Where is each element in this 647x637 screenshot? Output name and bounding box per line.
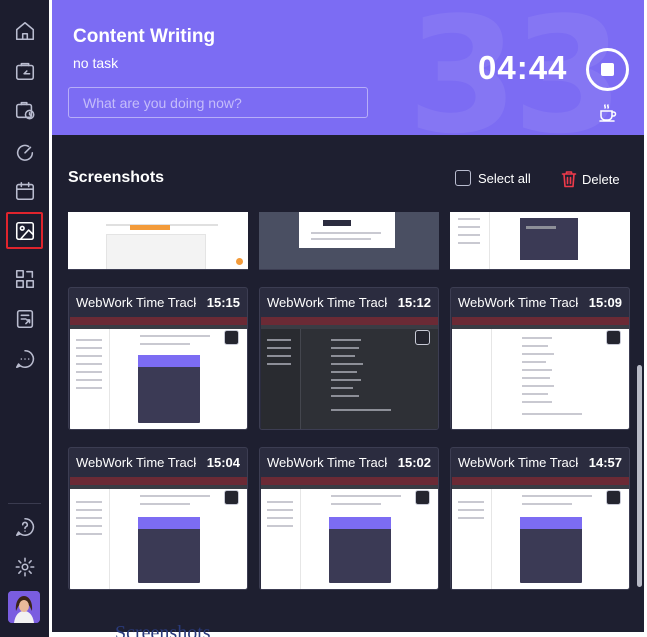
screenshot-time: 15:04 [206, 455, 240, 470]
screenshot-time: 14:57 [588, 455, 622, 470]
screenshot-thumbnail-partial[interactable] [259, 212, 439, 270]
time-icon [15, 101, 34, 119]
timer-display: 04:44 [478, 49, 568, 86]
screenshot-checkbox[interactable] [415, 490, 430, 505]
delete-label: Delete [582, 171, 620, 187]
main-panel: 33 Content Writing no task 04:44 Screens… [52, 0, 644, 632]
sidebar-divider [8, 503, 41, 504]
screenshots-grid: WebWork Time Tracker 15:15 WebW [68, 212, 633, 612]
task-icon [15, 62, 34, 80]
screenshot-time: 15:02 [397, 455, 431, 470]
screenshot-card[interactable]: WebWork Time Tracker 15:04 [68, 447, 248, 590]
screenshot-checkbox[interactable] [606, 490, 621, 505]
screenshot-card[interactable]: WebWork Time Tracker 15:02 [259, 447, 439, 590]
screenshot-time: 15:12 [397, 295, 431, 310]
settings-button[interactable] [6, 548, 43, 585]
screenshot-thumbnail[interactable] [70, 317, 247, 429]
screenshot-app-name: WebWork Time Tracker [458, 455, 578, 470]
screenshot-app-name: WebWork Time Tracker [76, 295, 196, 310]
chat-button[interactable] [6, 340, 43, 377]
calendar-icon [15, 181, 34, 200]
timer-header: 33 Content Writing no task 04:44 [52, 0, 644, 135]
apps-button[interactable] [6, 260, 43, 297]
screenshot-thumbnail[interactable] [452, 317, 629, 429]
activity-input[interactable] [68, 87, 368, 118]
sidebar [0, 0, 49, 637]
screenshot-time: 15:09 [588, 295, 622, 310]
section-title: Screenshots [68, 169, 165, 186]
select-all-checkbox[interactable] [455, 170, 471, 186]
screenshot-card[interactable]: WebWork Time Tracker 15:12 [259, 287, 439, 430]
chat-icon [15, 349, 34, 368]
break-button[interactable] [598, 104, 618, 122]
home-icon [15, 21, 34, 40]
screenshot-thumbnail-partial[interactable] [68, 212, 248, 270]
calendar-button[interactable] [6, 172, 43, 209]
screenshot-checkbox[interactable] [606, 330, 621, 345]
report-icon [16, 309, 33, 328]
tasks-button[interactable] [6, 52, 43, 89]
avatar[interactable] [8, 591, 40, 623]
scrollbar-thumb[interactable] [637, 365, 642, 587]
screenshot-card-header: WebWork Time Tracker 15:04 [69, 448, 247, 477]
home-button[interactable] [6, 12, 43, 49]
activity-button[interactable] [6, 132, 43, 169]
screenshot-checkbox[interactable] [224, 330, 239, 345]
screenshots-icon [15, 221, 34, 240]
stop-icon [601, 63, 614, 76]
screenshot-app-name: WebWork Time Tracker [458, 295, 578, 310]
screenshot-app-name: WebWork Time Tracker [267, 455, 387, 470]
screenshot-checkbox[interactable] [224, 490, 239, 505]
time-button[interactable] [6, 91, 43, 128]
project-title: Content Writing [73, 26, 216, 47]
stop-button[interactable] [586, 48, 629, 91]
task-subtitle: no task [73, 55, 119, 71]
screenshot-time: 15:15 [206, 295, 240, 310]
screenshot-checkbox[interactable] [415, 330, 430, 345]
screenshot-app-name: WebWork Time Tracker [267, 295, 387, 310]
screenshot-thumbnail[interactable] [261, 317, 438, 429]
trash-icon [561, 171, 577, 188]
screenshot-app-name: WebWork Time Tracker [76, 455, 196, 470]
screenshot-card-header: WebWork Time Tracker 15:12 [260, 288, 438, 317]
screenshot-card-header: WebWork Time Tracker 15:15 [69, 288, 247, 317]
screenshot-thumbnail[interactable] [452, 477, 629, 589]
gear-icon [15, 557, 34, 576]
screenshot-thumbnail[interactable] [261, 477, 438, 589]
delete-button[interactable]: Delete [561, 170, 620, 188]
screenshot-thumbnail[interactable] [70, 477, 247, 589]
avatar-image [8, 591, 40, 623]
help-icon [15, 517, 34, 536]
apps-icon [15, 269, 34, 288]
screenshot-card[interactable]: WebWork Time Tracker 15:09 [450, 287, 630, 430]
background-page-text: Screenshots [115, 622, 211, 637]
screenshot-card-header: WebWork Time Tracker 15:09 [451, 288, 629, 317]
reports-button[interactable] [6, 300, 43, 337]
screenshots-button[interactable] [6, 212, 43, 249]
coffee-icon [599, 104, 617, 122]
help-button[interactable] [6, 508, 43, 545]
select-all-label: Select all [478, 170, 531, 186]
screenshot-card-header: WebWork Time Tracker 14:57 [451, 448, 629, 477]
screenshot-card[interactable]: WebWork Time Tracker 15:15 [68, 287, 248, 430]
select-all-control[interactable]: Select all [455, 170, 531, 186]
speedometer-icon [16, 144, 33, 161]
screenshot-card-header: WebWork Time Tracker 15:02 [260, 448, 438, 477]
screenshot-card[interactable]: WebWork Time Tracker 14:57 [450, 447, 630, 590]
screenshot-thumbnail-partial[interactable] [450, 212, 630, 270]
